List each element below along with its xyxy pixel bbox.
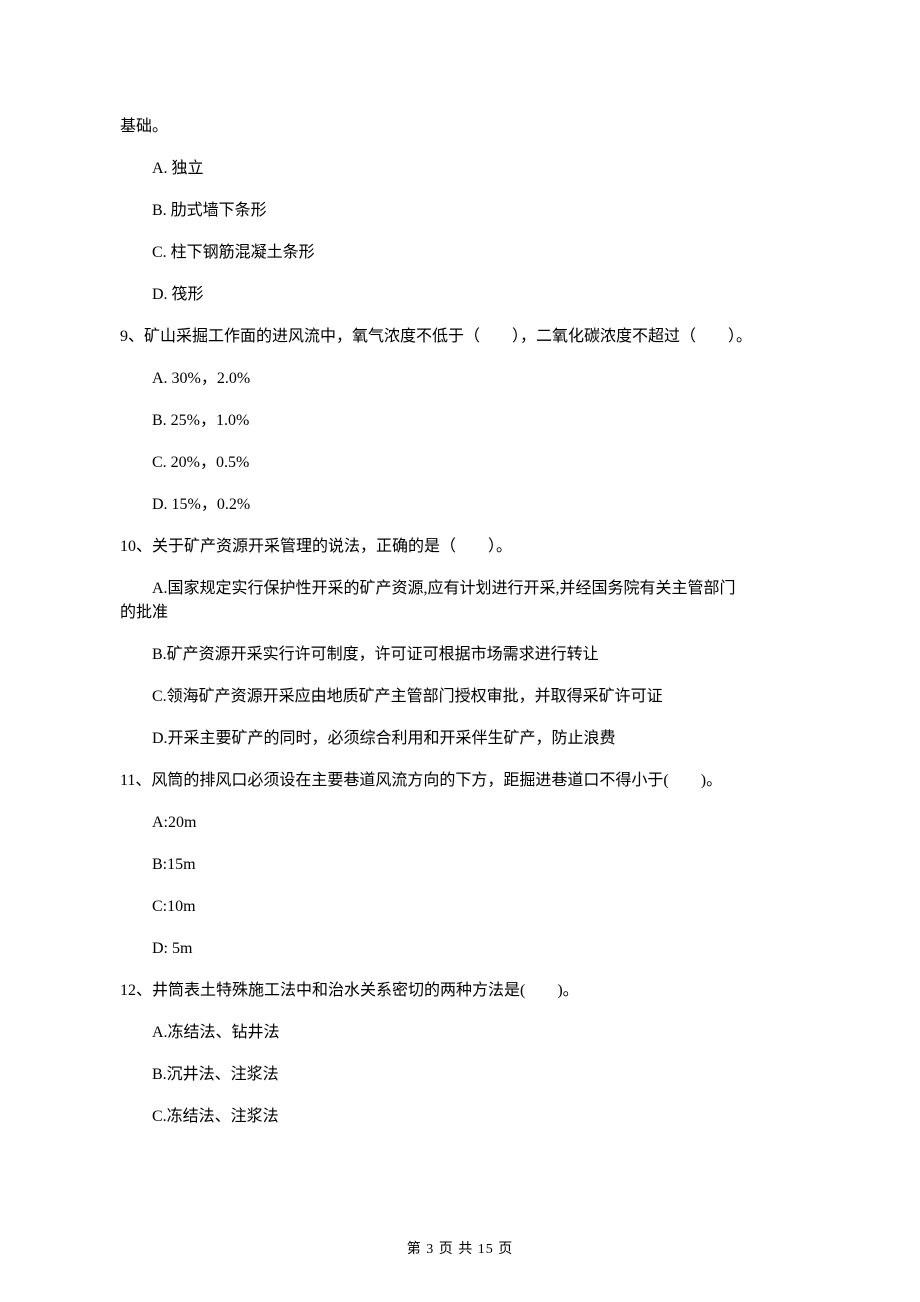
q9-option-b: B. 25%，1.0% xyxy=(152,409,800,433)
q12-stem: 12、井筒表土特殊施工法中和治水关系密切的两种方法是( )。 xyxy=(120,979,800,1003)
q9-option-c: C. 20%，0.5% xyxy=(152,451,800,475)
q10-option-a-line2: 的批准 xyxy=(120,601,800,625)
q9-stem: 9、矿山采掘工作面的进风流中，氧气浓度不低于（ ），二氧化碳浓度不超过（ ）。 xyxy=(120,325,800,349)
q8-option-d: D. 筏形 xyxy=(152,283,800,307)
q10-option-b: B.矿产资源开采实行许可制度，许可证可根据市场需求进行转让 xyxy=(120,643,800,667)
question-8-fragment: 基础。 xyxy=(120,115,800,139)
q12-option-b: B.沉井法、注浆法 xyxy=(152,1063,800,1087)
q8-option-b: B. 肋式墙下条形 xyxy=(152,199,800,223)
q12-option-c: C.冻结法、注浆法 xyxy=(152,1105,800,1129)
q10-option-a: A.国家规定实行保护性开采的矿产资源,应有计划进行开采,并经国务院有关主管部门 … xyxy=(120,577,800,625)
q11-stem: 11、风筒的排风口必须设在主要巷道风流方向的下方，距掘进巷道口不得小于( )。 xyxy=(120,769,800,793)
q11-option-c: C:10m xyxy=(152,895,800,919)
q8-option-a: A. 独立 xyxy=(152,157,800,181)
q10-option-a-line1: A.国家规定实行保护性开采的矿产资源,应有计划进行开采,并经国务院有关主管部门 xyxy=(120,577,800,601)
q10-option-d: D.开采主要矿产的同时，必须综合利用和开采伴生矿产，防止浪费 xyxy=(120,727,800,751)
q10-stem: 10、关于矿产资源开采管理的说法，正确的是（ ）。 xyxy=(120,535,800,559)
q8-option-c: C. 柱下钢筋混凝土条形 xyxy=(152,241,800,265)
page-footer: 第 3 页 共 15 页 xyxy=(0,1239,920,1260)
q10-option-c: C.领海矿产资源开采应由地质矿产主管部门授权审批，并取得采矿许可证 xyxy=(120,685,800,709)
q11-option-b: B:15m xyxy=(152,853,800,877)
q11-option-a: A:20m xyxy=(152,811,800,835)
q12-option-a: A.冻结法、钻井法 xyxy=(152,1021,800,1045)
document-page: 基础。 A. 独立 B. 肋式墙下条形 C. 柱下钢筋混凝土条形 D. 筏形 9… xyxy=(0,0,920,1302)
q9-option-a: A. 30%，2.0% xyxy=(152,367,800,391)
q9-option-d: D. 15%，0.2% xyxy=(152,493,800,517)
q11-option-d: D: 5m xyxy=(152,937,800,961)
